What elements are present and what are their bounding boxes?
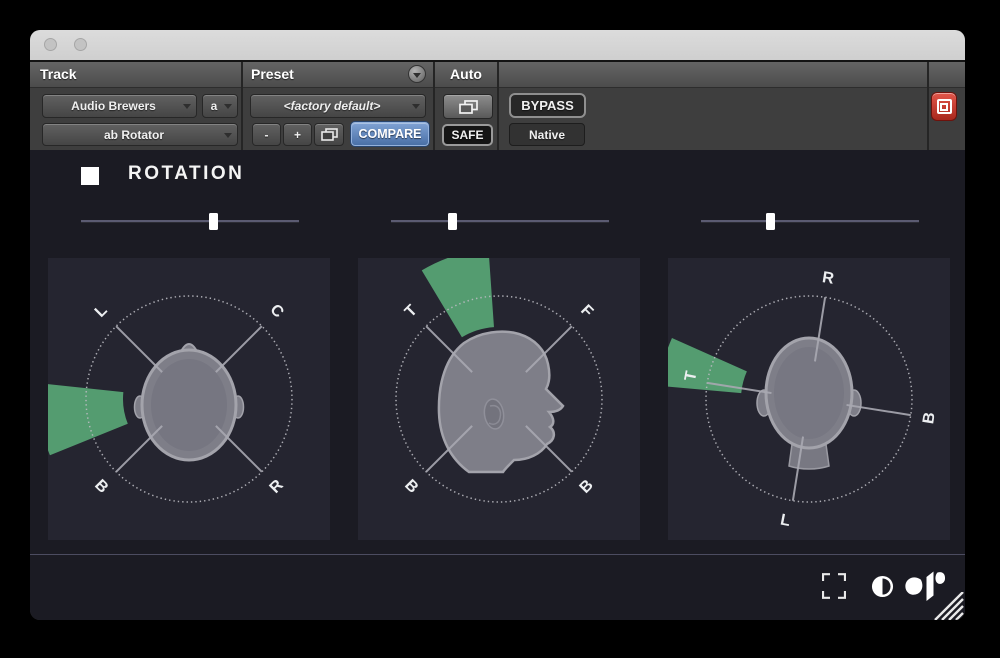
bypass-button[interactable]: BYPASS — [509, 93, 586, 118]
head-side-view-panel[interactable]: T F B B — [358, 258, 640, 540]
direction-label: L — [92, 302, 111, 321]
preset-menu-button[interactable] — [408, 65, 426, 83]
plugin-body: ROTATION L C B R T F B B R B L T — [30, 150, 965, 620]
resize-handle-icon[interactable] — [933, 592, 965, 620]
minus-label: - — [264, 127, 269, 142]
track-name: Audio Brewers — [71, 99, 156, 113]
axis-line — [215, 325, 263, 373]
head-top-view-panel[interactable]: L C B R — [48, 258, 330, 540]
slider-handle[interactable] — [766, 213, 776, 230]
direction-label: B — [920, 411, 939, 425]
axis-line — [115, 325, 163, 373]
rotation-slider-2[interactable] — [391, 213, 609, 230]
side-view-figure: T F B B — [395, 258, 603, 503]
chevron-down-icon — [412, 104, 420, 109]
section-divider — [927, 62, 929, 150]
plugin-selector[interactable]: ab Rotator — [42, 123, 238, 146]
compare-button[interactable]: COMPARE — [351, 122, 429, 146]
chevron-down-icon — [224, 133, 232, 138]
previous-preset-button[interactable]: - — [252, 123, 281, 146]
target-square-icon — [936, 99, 952, 114]
native-button[interactable]: Native — [509, 123, 585, 146]
plus-label: + — [293, 127, 301, 142]
safe-label: SAFE — [451, 128, 484, 142]
slider-track — [391, 220, 609, 222]
overlapping-windows-icon — [458, 99, 478, 114]
direction-label: B — [91, 477, 111, 497]
head-back-view-panel[interactable]: RBLT — [668, 258, 950, 540]
direction-label: B — [577, 477, 597, 497]
direction-label: L — [779, 511, 792, 530]
protools-header: Track Preset Auto Audio Brewers a ab Rot… — [30, 60, 965, 150]
rotation-wedge — [668, 337, 747, 394]
direction-label: B — [401, 477, 421, 497]
footer-divider — [30, 554, 965, 555]
track-selector[interactable]: Audio Brewers — [42, 94, 197, 118]
back-view-figure: RBLT — [668, 269, 939, 530]
section-title: ROTATION — [128, 163, 245, 184]
plugin-window: Track Preset Auto Audio Brewers a ab Rot… — [30, 30, 965, 620]
copy-settings-button[interactable] — [314, 123, 344, 146]
preset-selector[interactable]: <factory default> — [250, 94, 426, 118]
rotation-section-toggle[interactable] — [81, 167, 99, 185]
rotation-slider-1[interactable] — [81, 213, 299, 230]
chevron-down-icon — [224, 104, 232, 109]
direction-label: C — [267, 301, 288, 322]
preset-section-label: Preset — [251, 66, 294, 82]
automation-mode: a — [210, 99, 218, 113]
axis-line — [215, 425, 263, 473]
track-section-label: Track — [40, 66, 77, 82]
direction-label: T — [402, 302, 421, 321]
compare-label: COMPARE — [358, 127, 422, 141]
rotation-wedge — [48, 384, 128, 456]
target-window-button[interactable] — [931, 92, 957, 121]
plugin-name: ab Rotator — [104, 127, 164, 142]
minimize-button[interactable] — [74, 38, 87, 51]
titlebar[interactable] — [30, 30, 965, 60]
auto-section-label: Auto — [450, 66, 482, 82]
native-label: Native — [528, 127, 566, 142]
axis-line — [115, 425, 163, 473]
chevron-down-icon — [183, 104, 191, 109]
rotation-wedge — [421, 258, 494, 338]
close-button[interactable] — [44, 38, 57, 51]
top-view-figure: L C B R — [48, 295, 293, 503]
slider-track — [81, 220, 299, 222]
automation-mode-selector[interactable]: a — [202, 94, 238, 118]
section-divider — [241, 62, 243, 150]
safe-button[interactable]: SAFE — [442, 124, 493, 146]
bypass-label: BYPASS — [521, 98, 574, 113]
direction-label: R — [267, 476, 288, 497]
next-preset-button[interactable]: + — [283, 123, 312, 146]
slider-track — [701, 220, 919, 222]
section-divider — [497, 62, 499, 150]
overlapping-windows-icon — [320, 128, 338, 141]
fullscreen-icon[interactable] — [822, 573, 846, 599]
automation-enable-button[interactable] — [443, 94, 493, 119]
preset-name: <factory default> — [283, 99, 381, 113]
direction-label: F — [577, 302, 596, 321]
slider-handle[interactable] — [209, 213, 219, 230]
chevron-down-icon — [413, 72, 421, 78]
direction-label: R — [821, 269, 836, 288]
contrast-icon[interactable] — [871, 575, 894, 598]
slider-handle[interactable] — [447, 213, 457, 230]
rotation-slider-3[interactable] — [701, 213, 919, 230]
